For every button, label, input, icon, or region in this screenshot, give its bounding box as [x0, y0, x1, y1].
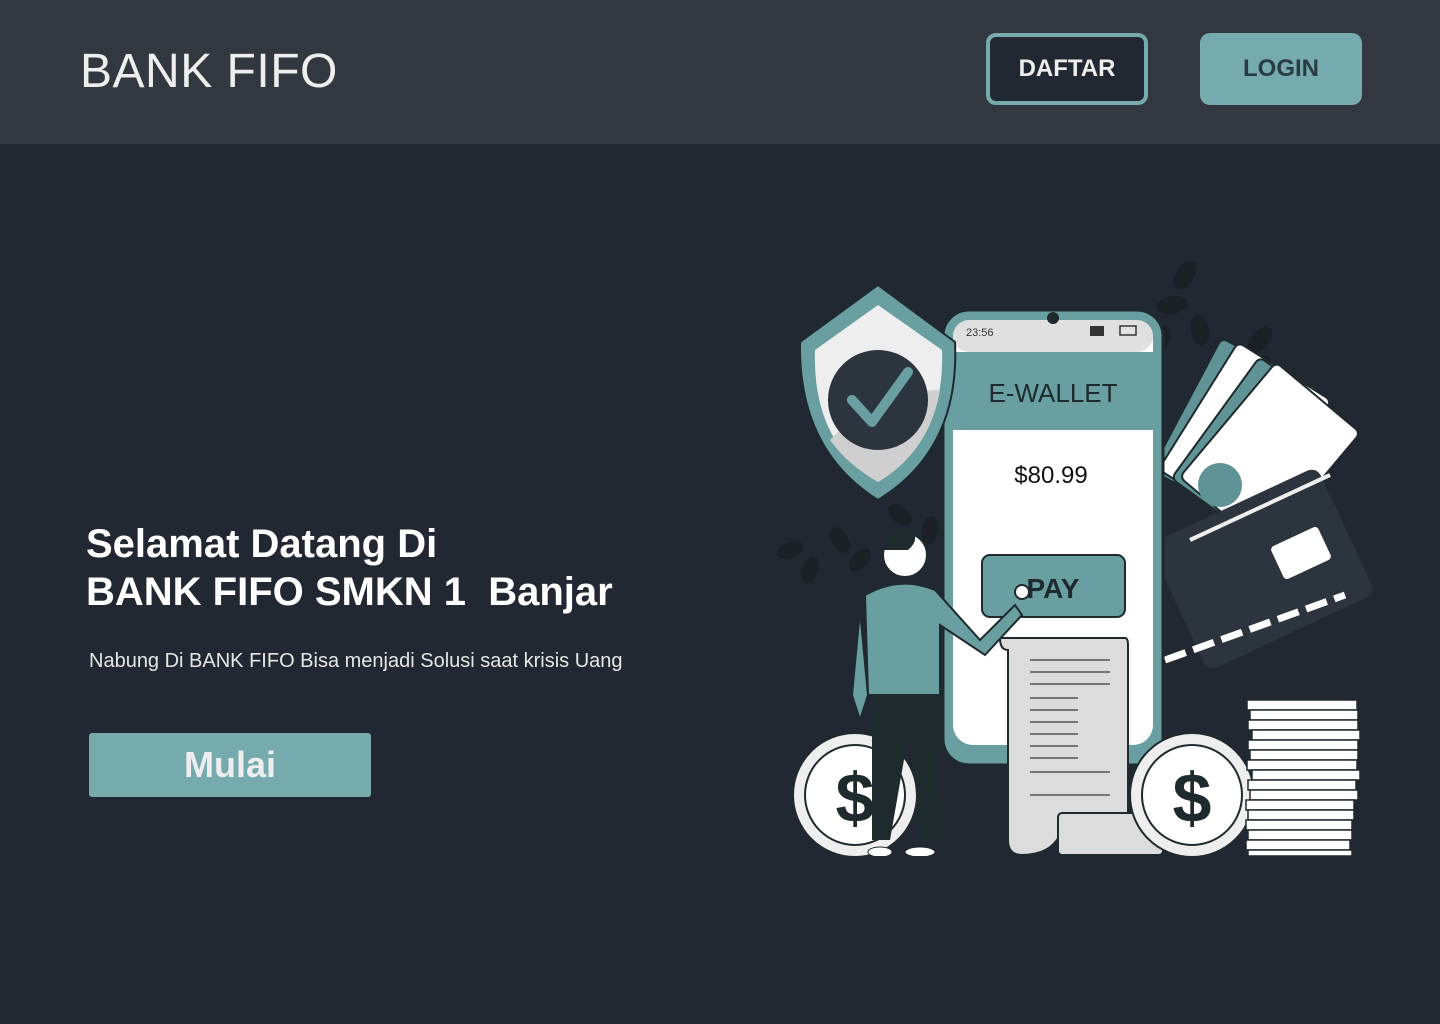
credit-card: [1152, 469, 1373, 669]
daftar-button[interactable]: DAFTAR: [986, 33, 1148, 105]
brand-logo-text[interactable]: BANK FIFO: [80, 44, 338, 99]
security-shield: [798, 283, 957, 502]
dollar-icon: $: [836, 759, 875, 837]
pay-label: PAY: [1027, 573, 1080, 604]
wallet-amount: $80.99: [1014, 462, 1087, 489]
login-button[interactable]: LOGIN: [1200, 33, 1362, 105]
top-navbar: BANK FIFO DAFTAR LOGIN: [0, 0, 1440, 144]
hero-subtitle: Nabung Di BANK FIFO Bisa menjadi Solusi …: [89, 650, 623, 672]
phone-time: 23:56: [966, 327, 994, 339]
hero-title-line-2: BANK FIFO SMKN 1 Banjar: [86, 570, 613, 614]
wallet-title: E-WALLET: [988, 378, 1117, 408]
coin-stack: [1245, 699, 1361, 857]
dollar-coin-right: $: [1129, 732, 1255, 858]
dollar-icon: $: [1173, 759, 1212, 837]
e-wallet-illustration: 23:56 E-WALLET $80.99 PAY $ $: [776, 260, 1373, 858]
hero-title: Selamat Datang Di BANK FIFO SMKN 1 Banja…: [86, 520, 726, 616]
mulai-button[interactable]: Mulai: [89, 733, 371, 797]
hero-title-line-1: Selamat Datang Di: [86, 522, 438, 566]
